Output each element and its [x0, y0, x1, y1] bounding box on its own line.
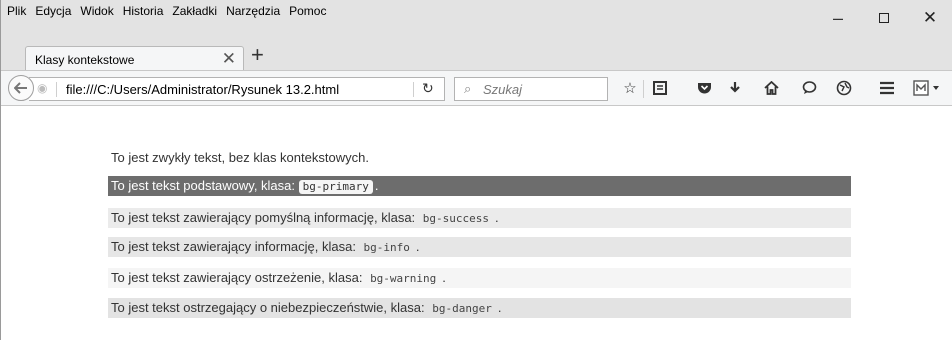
code-bg-warning: bg-warning — [370, 272, 437, 285]
url-text[interactable]: file:///C:/Users/Administrator/Rysunek 1… — [66, 82, 339, 97]
minimize-button[interactable]: – — [815, 0, 861, 36]
bookmark-star-icon[interactable]: ☆ — [619, 77, 641, 99]
text-info-label: To jest tekst zawierający informację, kl… — [111, 239, 360, 254]
code-bg-danger: bg-danger — [432, 302, 492, 315]
developer-extension-icon[interactable] — [912, 77, 942, 99]
menu-file[interactable]: Plik — [7, 4, 26, 18]
menu-help[interactable]: Pomoc — [289, 4, 326, 18]
tab-active[interactable]: Klasy kontekstowe ✕ — [25, 46, 244, 73]
text-primary-period: . — [374, 178, 379, 193]
tab-strip: Klasy kontekstowe ✕ + — [1, 36, 952, 73]
search-icon: ⌕ — [464, 81, 472, 96]
url-bar[interactable]: ◉ file:///C:/Users/Administrator/Rysunek… — [29, 77, 445, 101]
text-bg-danger: To jest tekst ostrzegający o niebezpiecz… — [108, 298, 851, 318]
text-success-period: . — [495, 210, 499, 225]
text-bg-warning: To jest tekst zawierający ostrzeżenie, k… — [108, 268, 851, 288]
new-tab-button[interactable]: + — [251, 42, 264, 68]
pocket-icon[interactable] — [693, 77, 715, 99]
title-bar: Plik Edycja Widok Historia Zakładki Narz… — [1, 0, 952, 36]
text-primary-label: To jest tekst podstawowy, klasa: — [111, 178, 299, 193]
text-plain-label: To jest zwykły tekst, bez klas konteksto… — [111, 150, 369, 165]
chat-bubble-icon[interactable] — [798, 77, 820, 99]
window-controls: – ✕ — [815, 0, 952, 36]
extension-globe-icon[interactable] — [833, 77, 855, 99]
text-bg-success: To jest tekst zawierający pomyślną infor… — [108, 208, 851, 228]
back-button[interactable] — [8, 75, 34, 101]
toolbar-divider — [643, 80, 644, 98]
download-icon[interactable] — [724, 77, 746, 99]
code-bg-success: bg-success — [422, 212, 490, 225]
close-window-button[interactable]: ✕ — [907, 0, 952, 36]
tab-title: Klasy kontekstowe — [35, 53, 135, 67]
maximize-button[interactable] — [861, 0, 907, 36]
search-input[interactable]: Szukaj — [483, 82, 522, 97]
reader-view-icon[interactable] — [649, 77, 671, 99]
home-icon[interactable] — [760, 77, 782, 99]
menu-bar: Plik Edycja Widok Historia Zakładki Narz… — [7, 3, 335, 19]
text-warning-label: To jest tekst zawierający ostrzeżenie, k… — [111, 270, 367, 285]
menu-history[interactable]: Historia — [123, 4, 164, 18]
menu-view[interactable]: Widok — [80, 4, 113, 18]
text-bg-info: To jest tekst zawierający informację, kl… — [108, 237, 851, 257]
text-danger-label: To jest tekst ostrzegający o niebezpiecz… — [111, 300, 429, 315]
text-success-label: To jest tekst zawierający pomyślną infor… — [111, 210, 419, 225]
hamburger-menu-icon[interactable] — [876, 77, 898, 99]
text-warning-period: . — [442, 270, 446, 285]
maximize-icon — [879, 13, 889, 23]
text-danger-period: . — [497, 300, 502, 315]
search-bar[interactable]: ⌕ Szukaj — [454, 77, 608, 101]
reload-icon[interactable]: ↻ — [422, 80, 434, 97]
text-plain: To jest zwykły tekst, bez klas konteksto… — [108, 148, 851, 168]
navigation-toolbar: ◉ file:///C:/Users/Administrator/Rysunek… — [1, 70, 952, 106]
menu-bookmarks[interactable]: Zakładki — [172, 4, 217, 18]
menu-tools[interactable]: Narzędzia — [226, 4, 280, 18]
tab-close-icon[interactable]: ✕ — [222, 49, 236, 69]
menu-edit[interactable]: Edycja — [35, 4, 71, 18]
text-info-period: . — [415, 239, 420, 254]
url-divider-right — [413, 82, 414, 97]
site-identity-icon[interactable]: ◉ — [37, 81, 47, 95]
url-divider — [56, 82, 57, 97]
code-bg-primary: bg-primary — [298, 180, 373, 194]
code-bg-info: bg-info — [363, 241, 410, 254]
back-arrow-icon — [14, 82, 27, 94]
page-content: To jest zwykły tekst, bez klas konteksto… — [1, 106, 952, 340]
text-bg-primary: To jest tekst podstawowy, klasa: bg-prim… — [108, 176, 851, 196]
browser-window: Plik Edycja Widok Historia Zakładki Narz… — [0, 0, 952, 340]
